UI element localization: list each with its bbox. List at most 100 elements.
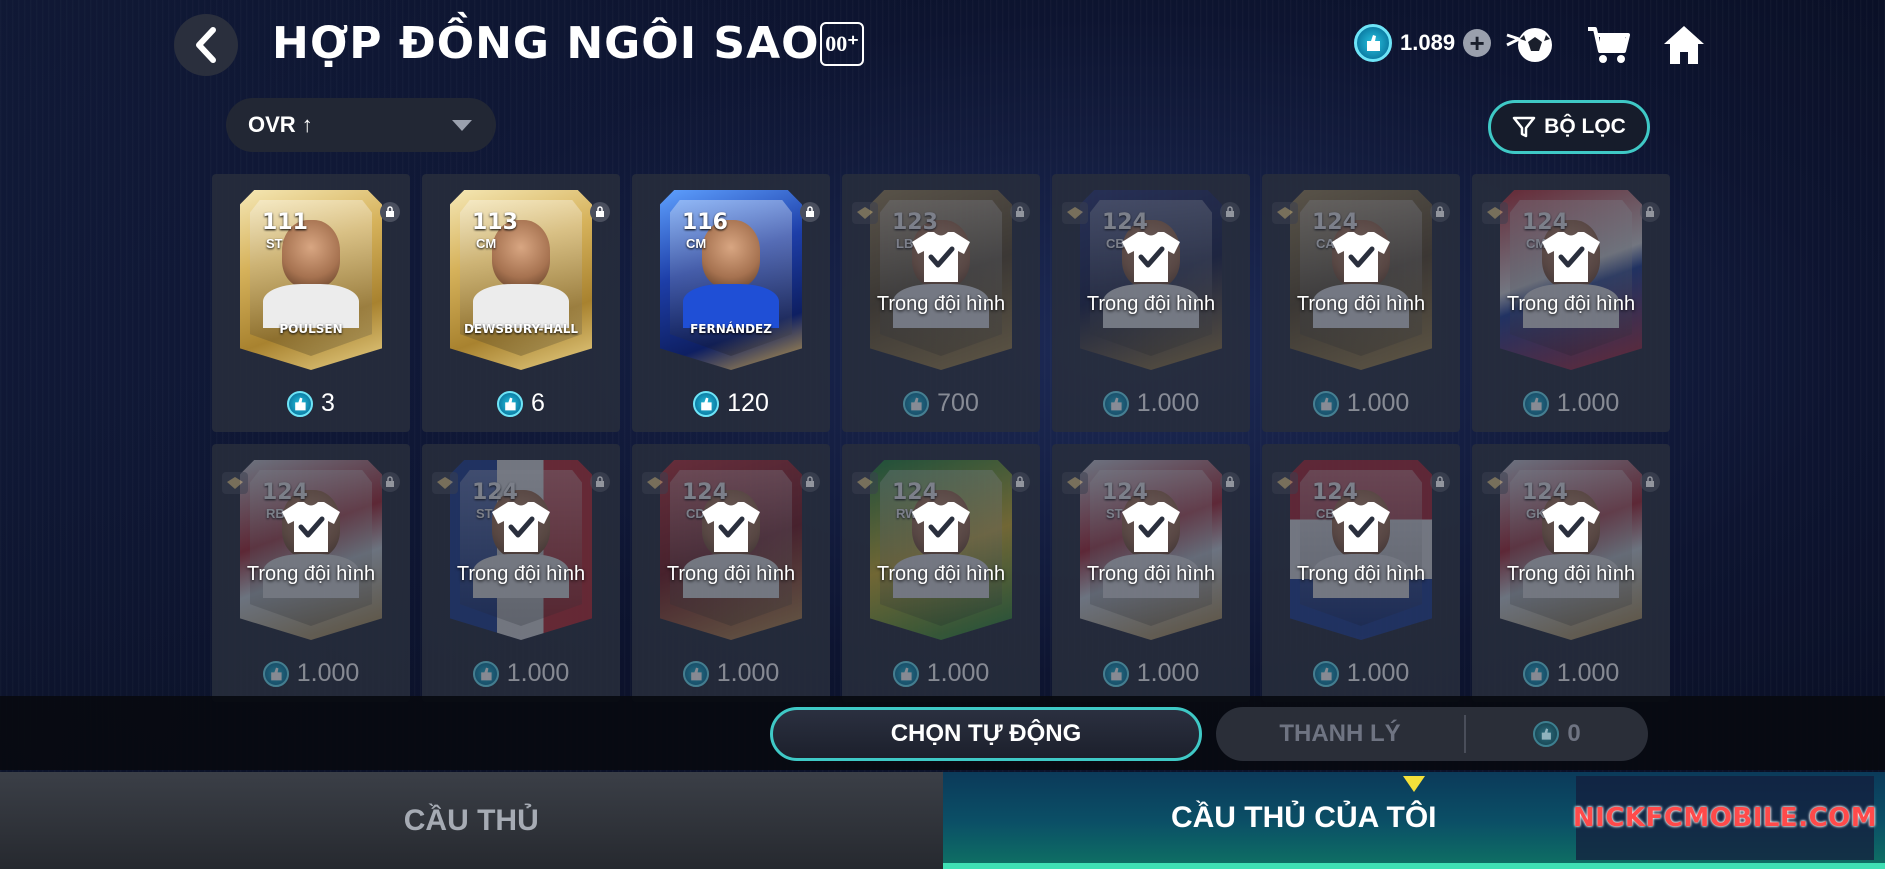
player-price: 1.000 bbox=[1052, 389, 1250, 418]
in-squad-overlay: Trong đội hình bbox=[1472, 500, 1670, 586]
in-squad-label: Trong đội hình bbox=[666, 563, 796, 585]
home-icon[interactable] bbox=[1658, 20, 1710, 70]
in-squad-label: Trong đội hình bbox=[1086, 563, 1216, 585]
plus-icon[interactable]: + bbox=[1463, 29, 1492, 57]
in-squad-overlay: Trong đội hình bbox=[422, 500, 620, 586]
player-card[interactable]: 124 CM Trong đội hình 1.000 bbox=[1472, 174, 1670, 432]
coin-icon bbox=[287, 390, 314, 417]
lock-icon bbox=[1640, 202, 1660, 222]
player-card[interactable]: 123 LB Trong đội hình 700 bbox=[842, 174, 1040, 432]
jersey-check-icon bbox=[492, 502, 550, 552]
price-value: 1.000 bbox=[1136, 389, 1200, 417]
tab-my-players-label: CẦU THỦ CỦA TÔI bbox=[1170, 800, 1437, 834]
lock-icon bbox=[1010, 472, 1030, 492]
price-value: 1.000 bbox=[296, 659, 360, 687]
lock-icon bbox=[800, 202, 820, 222]
lock-icon bbox=[1640, 472, 1660, 492]
filter-button[interactable]: BỘ LỌC bbox=[1488, 100, 1650, 154]
player-card[interactable]: 124 RB Trong đội hình 1.000 bbox=[212, 444, 410, 702]
jersey-check-icon bbox=[1122, 502, 1180, 552]
back-button[interactable] bbox=[174, 14, 238, 76]
rarity-icon bbox=[432, 472, 458, 494]
rarity-icon bbox=[852, 202, 878, 224]
player-card[interactable]: 111 ST POULSEN 3 bbox=[212, 174, 410, 432]
rarity-icon bbox=[222, 472, 248, 494]
player-card[interactable]: 124 CB Trong đội hình 1.000 bbox=[1262, 444, 1460, 702]
lock-icon bbox=[800, 472, 820, 492]
player-name: DEWSBURY-HALL bbox=[463, 322, 579, 336]
chevron-down-icon bbox=[452, 120, 472, 131]
coin-icon bbox=[693, 390, 720, 417]
jersey-check-icon bbox=[1122, 232, 1180, 282]
player-card[interactable]: 124 CB Trong đội hình 1.000 bbox=[1052, 174, 1250, 432]
sort-dropdown[interactable]: OVR ↑ bbox=[226, 98, 496, 152]
player-price: 1.000 bbox=[842, 659, 1040, 688]
player-card[interactable]: 124 GK Trong đội hình 1.000 bbox=[1472, 444, 1670, 702]
player-card[interactable]: 124 CDM Trong đội hình 1.000 bbox=[632, 444, 830, 702]
coin-icon bbox=[892, 660, 919, 687]
in-squad-overlay: Trong đội hình bbox=[842, 500, 1040, 586]
tab-players[interactable]: CẦU THỦ bbox=[0, 772, 943, 869]
in-squad-overlay: Trong đội hình bbox=[1472, 230, 1670, 316]
coin-icon bbox=[1354, 24, 1392, 62]
in-squad-label: Trong đội hình bbox=[876, 293, 1006, 315]
in-squad-overlay: Trong đội hình bbox=[632, 500, 830, 586]
currency-amount: 1.089 bbox=[1400, 30, 1456, 55]
sell-group: THANH LÝ 0 bbox=[1216, 707, 1648, 761]
in-squad-overlay: Trong đội hình bbox=[1052, 230, 1250, 316]
in-squad-overlay: Trong đội hình bbox=[842, 230, 1040, 316]
lock-icon bbox=[1220, 202, 1240, 222]
player-ovr: 113 bbox=[472, 210, 518, 235]
player-card[interactable]: 124 RW Trong đội hình 1.000 bbox=[842, 444, 1040, 702]
lock-icon bbox=[590, 472, 610, 492]
coin-icon bbox=[497, 390, 524, 417]
in-squad-overlay: Trong đội hình bbox=[1262, 500, 1460, 586]
lock-icon bbox=[590, 202, 610, 222]
rarity-icon bbox=[642, 472, 668, 494]
in-squad-label: Trong đội hình bbox=[1506, 293, 1636, 315]
soccer-ball-icon[interactable] bbox=[1504, 20, 1556, 70]
jersey-check-icon bbox=[1542, 502, 1600, 552]
player-price: 700 bbox=[842, 389, 1040, 418]
coin-icon bbox=[1522, 660, 1549, 687]
page-title: HỢP ĐỒNG NGÔI SAO bbox=[272, 18, 820, 69]
lock-icon bbox=[380, 472, 400, 492]
cart-icon[interactable] bbox=[1582, 20, 1634, 70]
coin-icon bbox=[472, 660, 499, 687]
player-name: FERNÁNDEZ bbox=[690, 322, 772, 336]
player-price: 1.000 bbox=[1262, 659, 1460, 688]
card-art: 111 ST POULSEN bbox=[240, 190, 382, 370]
sell-button[interactable]: THANH LÝ bbox=[1216, 720, 1464, 748]
in-squad-label: Trong đội hình bbox=[1506, 563, 1636, 585]
rarity-icon bbox=[1272, 202, 1298, 224]
player-price: 1.000 bbox=[1472, 659, 1670, 688]
in-squad-overlay: Trong đội hình bbox=[212, 500, 410, 586]
lock-icon bbox=[1430, 202, 1450, 222]
player-card[interactable]: 113 CM DEWSBURY-HALL 6 bbox=[422, 174, 620, 432]
coin-icon bbox=[1312, 390, 1339, 417]
sort-label: OVR ↑ bbox=[248, 112, 313, 137]
card-art: 116 CM FERNÁNDEZ bbox=[660, 190, 802, 370]
price-value: 6 bbox=[531, 389, 545, 417]
jersey-check-icon bbox=[1332, 502, 1390, 552]
player-position: CM bbox=[476, 236, 497, 251]
rarity-icon bbox=[1482, 202, 1508, 224]
coin-icon bbox=[262, 660, 289, 687]
jersey-check-icon bbox=[282, 502, 340, 552]
player-position: ST bbox=[266, 236, 283, 251]
player-card[interactable]: 124 CAM Trong đội hình 1.000 bbox=[1262, 174, 1460, 432]
auto-select-button[interactable]: CHỌN TỰ ĐỘNG bbox=[770, 707, 1202, 761]
jersey-check-icon bbox=[1542, 232, 1600, 282]
sell-amount: 0 bbox=[1466, 720, 1648, 748]
coin-icon bbox=[1522, 390, 1549, 417]
player-card[interactable]: 124 ST Trong đội hình 1.000 bbox=[422, 444, 620, 702]
player-card[interactable]: 116 CM FERNÁNDEZ 120 bbox=[632, 174, 830, 432]
in-squad-overlay: Trong đội hình bbox=[1262, 230, 1460, 316]
player-price: 1.000 bbox=[632, 659, 830, 688]
player-card[interactable]: 124 ST Trong đội hình 1.000 bbox=[1052, 444, 1250, 702]
jersey-check-icon bbox=[1332, 232, 1390, 282]
player-name: POULSEN bbox=[279, 322, 343, 336]
price-value: 700 bbox=[937, 389, 979, 417]
lock-icon bbox=[1430, 472, 1450, 492]
coin-icon bbox=[1102, 660, 1129, 687]
